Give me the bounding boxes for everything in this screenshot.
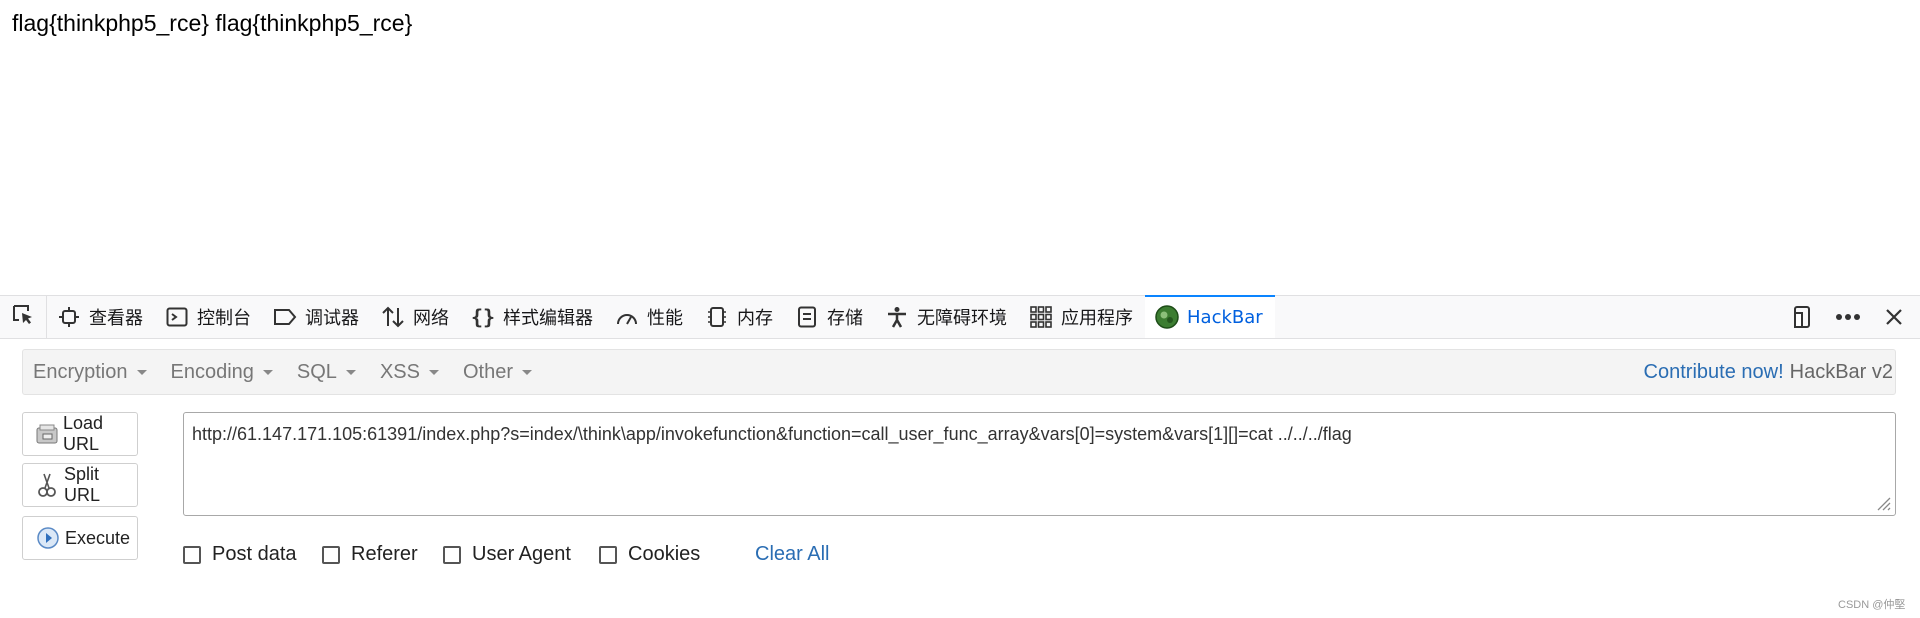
tab-label: 样式编辑器	[503, 308, 593, 329]
resize-grip-icon[interactable]	[1872, 492, 1892, 512]
tab-hackbar[interactable]: HackBar	[1145, 295, 1275, 338]
tab-label: 无障碍环境	[917, 308, 1007, 329]
element-picker-icon	[10, 302, 36, 333]
button-label: Split URL	[63, 464, 100, 505]
tab-network[interactable]: 网络	[371, 296, 461, 338]
execute-button[interactable]: Execute	[22, 516, 138, 560]
element-picker-button[interactable]	[0, 296, 47, 338]
memory-icon	[705, 305, 729, 329]
checkbox-box[interactable]	[443, 545, 461, 564]
caret-down-icon	[345, 369, 356, 375]
menu-label: Encryption	[33, 360, 128, 383]
caret-down-icon	[522, 369, 532, 375]
tab-inspector[interactable]: 查看器	[47, 296, 155, 338]
checkbox-label: Referer	[351, 543, 418, 565]
checkbox-label: Cookies	[628, 543, 701, 565]
menu-label: XSS	[379, 360, 420, 383]
storage-icon	[795, 305, 819, 329]
checkbox-label: User Agent	[472, 543, 571, 565]
tab-label: 应用程序	[1061, 308, 1133, 329]
cookies-checkbox[interactable]: Cookies	[599, 543, 700, 566]
checkbox-box[interactable]	[183, 545, 201, 564]
hackbar-branding: Contribute now! HackBar v2	[1644, 361, 1895, 384]
load-url-icon	[35, 421, 59, 447]
console-icon	[165, 305, 189, 329]
menu-label: SQL	[296, 360, 337, 383]
application-icon	[1029, 305, 1053, 329]
hackbar-logo-icon	[1155, 305, 1179, 329]
referer-checkbox[interactable]: Referer	[322, 543, 418, 566]
watermark: CSDN @仲堅	[1838, 599, 1906, 611]
scissors-icon	[35, 472, 60, 498]
tab-label: HackBar	[1187, 306, 1263, 328]
play-icon	[35, 525, 61, 551]
tab-label: 控制台	[197, 308, 251, 329]
load-url-button[interactable]: Load URL	[22, 412, 138, 456]
clear-all-link[interactable]: Clear All	[755, 543, 829, 566]
inspector-icon	[57, 305, 81, 329]
tab-console[interactable]: 控制台	[155, 296, 263, 338]
tab-application[interactable]: 应用程序	[1019, 296, 1145, 338]
tab-label: 性能	[647, 308, 683, 329]
post-data-checkbox[interactable]: Post data	[183, 543, 297, 566]
menu-other[interactable]: Other	[453, 361, 542, 384]
tab-label: 内存	[737, 308, 773, 329]
page-content-text: flag{thinkphp5_rce} flag{thinkphp5_rce}	[12, 10, 413, 36]
contribute-link[interactable]: Contribute now!	[1644, 361, 1784, 384]
button-label: Execute	[65, 527, 131, 548]
devtools-toolbar: 查看器 控制台 调试器 网络 {} 样式编辑器 性能 内存 存储 无障碍环境 应…	[0, 295, 1920, 339]
tab-storage[interactable]: 存储	[785, 296, 875, 338]
more-options-icon[interactable]	[1834, 303, 1862, 331]
network-icon	[381, 305, 405, 329]
checkbox-box[interactable]	[322, 545, 340, 564]
tab-label: 网络	[413, 308, 449, 329]
menu-label: Other	[462, 360, 513, 383]
tab-memory[interactable]: 内存	[695, 296, 785, 338]
debugger-icon	[273, 305, 297, 329]
tab-debugger[interactable]: 调试器	[263, 296, 371, 338]
checkbox-box[interactable]	[599, 545, 617, 564]
caret-down-icon	[136, 369, 147, 375]
tab-accessibility[interactable]: 无障碍环境	[875, 296, 1019, 338]
tab-label: 存储	[827, 308, 863, 329]
menu-sql[interactable]: SQL	[287, 361, 366, 384]
menu-encryption[interactable]: Encryption	[23, 361, 157, 384]
caret-down-icon	[428, 369, 439, 375]
tab-label: 调试器	[305, 308, 359, 329]
tab-style-editor[interactable]: {} 样式编辑器	[461, 296, 605, 338]
dock-side-icon[interactable]	[1788, 303, 1816, 331]
accessibility-icon	[885, 305, 909, 329]
tab-performance[interactable]: 性能	[605, 296, 695, 338]
performance-icon	[615, 305, 639, 329]
menu-xss[interactable]: XSS	[370, 361, 449, 384]
user-agent-checkbox[interactable]: User Agent	[443, 543, 571, 566]
menu-label: Encoding	[170, 360, 254, 383]
checkbox-label: Post data	[212, 543, 297, 565]
menu-encoding[interactable]: Encoding	[161, 361, 283, 384]
button-label: Load URL	[63, 413, 104, 454]
split-url-button[interactable]: Split URL	[22, 463, 138, 507]
hackbar-version: HackBar v2	[1789, 360, 1893, 383]
devtools-controls	[1788, 296, 1920, 338]
tab-label: 查看器	[89, 308, 143, 329]
hackbar-menubar: Encryption Encoding SQL XSS Other Contri…	[22, 349, 1896, 395]
url-textarea[interactable]: http://61.147.171.105:61391/index.php?s=…	[183, 412, 1896, 516]
caret-down-icon	[262, 369, 273, 375]
close-icon[interactable]	[1880, 303, 1908, 331]
style-editor-icon: {}	[470, 305, 496, 329]
